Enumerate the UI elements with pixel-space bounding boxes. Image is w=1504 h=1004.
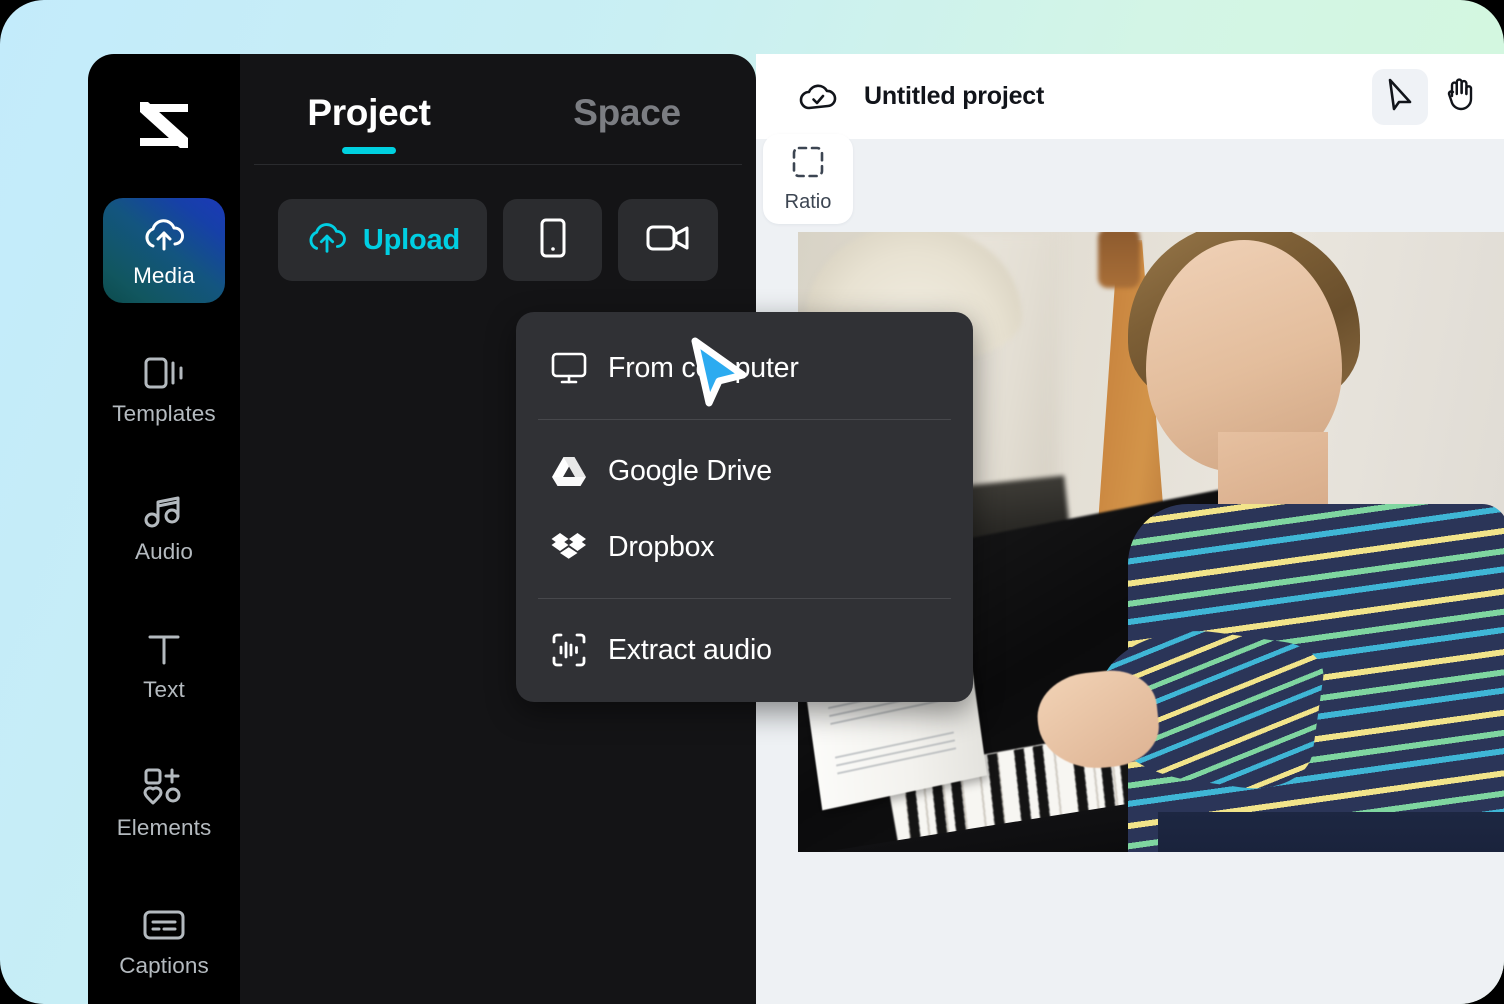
captions-icon: [142, 904, 186, 946]
hand-icon: [1444, 77, 1476, 116]
sidebar-item-templates[interactable]: Templates: [103, 336, 225, 441]
tab-label: Space: [573, 92, 681, 133]
scene-instrument-head: [1098, 232, 1140, 288]
menu-item-extract-audio[interactable]: Extract audio: [516, 612, 973, 688]
sidebar-item-label: Text: [143, 676, 185, 702]
music-note-icon: [143, 490, 185, 532]
menu-item-from-computer[interactable]: From computer: [516, 330, 973, 406]
project-title[interactable]: Untitled project: [864, 82, 1044, 111]
tool-group: [1372, 68, 1488, 125]
elements-icon: [142, 766, 186, 808]
sidebar-item-audio[interactable]: Audio: [103, 474, 225, 579]
preview-topbar: Untitled project: [756, 54, 1504, 139]
scene-boy-lap: [1158, 812, 1504, 852]
text-t-icon: [145, 628, 183, 670]
upload-button-label: Upload: [362, 223, 460, 256]
ratio-button[interactable]: Ratio: [763, 134, 853, 224]
record-video-button[interactable]: [618, 199, 718, 281]
sidebar-item-label: Elements: [116, 814, 212, 840]
menu-item-dropbox[interactable]: Dropbox: [516, 509, 973, 585]
sidebar-item-label: Media: [133, 262, 195, 288]
tab-space[interactable]: Space: [498, 92, 756, 164]
cloud-upload-icon: [305, 221, 349, 260]
dropbox-icon: [550, 528, 588, 566]
google-drive-icon: [550, 452, 588, 490]
upload-from-phone-button[interactable]: [502, 199, 603, 281]
sidebar-item-label: Templates: [112, 400, 216, 426]
monitor-icon: [550, 349, 588, 387]
hand-tool[interactable]: [1432, 69, 1488, 125]
cloud-upload-icon: [141, 214, 187, 256]
sidebar-item-list: Media Templates Audio Text Elements Capt…: [88, 198, 240, 1004]
ratio-frame-icon: [791, 145, 825, 184]
sidebar-item-media[interactable]: Media: [103, 198, 225, 303]
tab-active-indicator: [342, 147, 396, 154]
sidebar-item-text[interactable]: Text: [103, 612, 225, 717]
tab-label: Project: [307, 92, 431, 133]
panel-tabs: Project Space: [240, 54, 756, 164]
menu-separator: [538, 598, 951, 599]
menu-item-label: Dropbox: [608, 530, 715, 563]
capcut-app-window: Media Templates Audio Text Elements Capt…: [88, 54, 1504, 1004]
templates-icon: [143, 352, 185, 394]
tab-project[interactable]: Project: [240, 92, 498, 164]
ratio-button-label: Ratio: [784, 190, 832, 213]
media-panel: Project Space Upload From computer Googl…: [240, 54, 973, 1004]
menu-item-label: Extract audio: [608, 633, 772, 666]
screenshot-root: Media Templates Audio Text Elements Capt…: [0, 0, 1504, 1004]
sidebar-item-captions[interactable]: Captions: [103, 888, 225, 993]
menu-item-google-drive[interactable]: Google Drive: [516, 433, 973, 509]
menu-item-label: Google Drive: [608, 454, 772, 487]
upload-source-menu: From computer Google Drive Dropbox Extra…: [516, 312, 973, 702]
select-tool[interactable]: [1372, 68, 1428, 125]
left-sidebar: Media Templates Audio Text Elements Capt…: [88, 54, 240, 1004]
capcut-logo-icon[interactable]: [133, 98, 195, 152]
select-arrow-icon: [1385, 77, 1415, 116]
menu-separator: [538, 419, 951, 420]
camera-icon: [646, 222, 690, 259]
sidebar-item-label: Captions: [119, 952, 209, 978]
upload-button[interactable]: Upload: [278, 199, 487, 281]
sidebar-item-label: Audio: [134, 538, 194, 564]
cloud-check-icon: [794, 73, 842, 121]
phone-icon: [539, 217, 567, 264]
upload-toolbar: Upload: [240, 165, 756, 281]
extract-audio-icon: [550, 631, 588, 669]
menu-item-label: From computer: [608, 351, 799, 384]
sidebar-item-elements[interactable]: Elements: [103, 750, 225, 855]
